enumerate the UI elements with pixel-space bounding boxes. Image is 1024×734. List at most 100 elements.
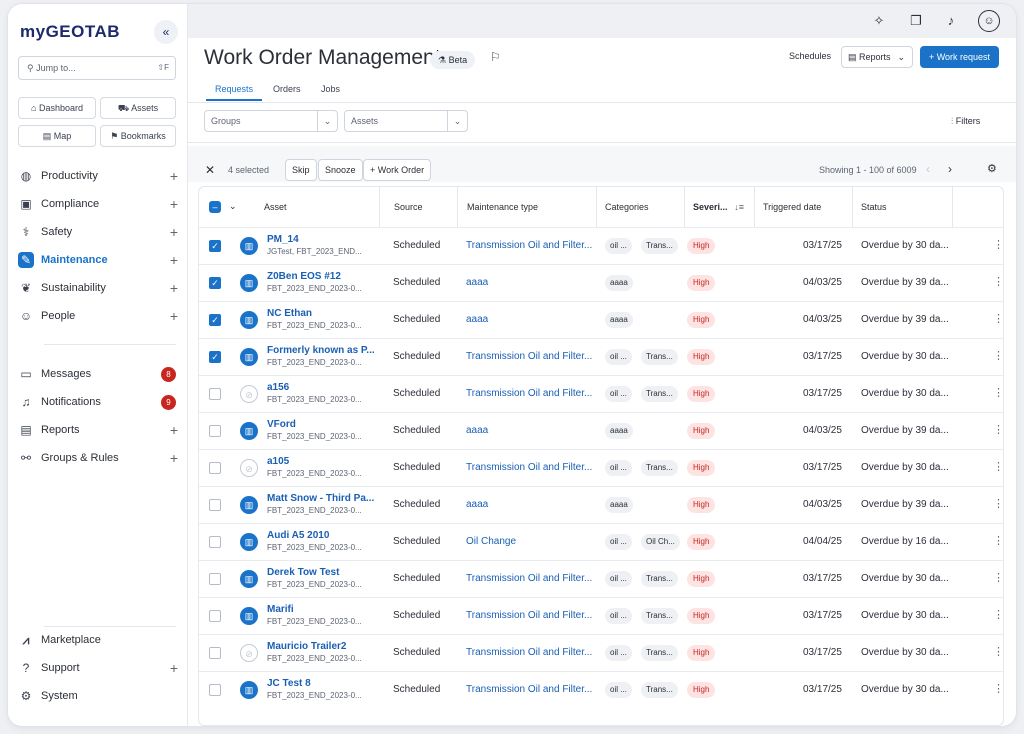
table-row[interactable]: ⊘ a105 FBT_2023_END_2023-0... Scheduled Tran… (199, 449, 1003, 486)
table-row[interactable]: ▥ JC Test 8 FBT_2023_END_2023-0... Schedule… (199, 671, 1003, 708)
next-page-icon[interactable]: › (948, 162, 952, 176)
expand-icon[interactable]: + (170, 446, 178, 470)
nav-groups-rules[interactable]: ⚯ Groups & Rules + (18, 446, 180, 470)
maintenance-type-link[interactable]: aaaa (466, 499, 488, 510)
asset-name-link[interactable]: Matt Snow - Third Pa... (267, 493, 374, 504)
row-checkbox[interactable] (209, 425, 221, 437)
maintenance-type-link[interactable]: Transmission Oil and Filter... (466, 647, 592, 658)
skip-button[interactable]: Skip (285, 159, 317, 181)
sort-icon[interactable]: ↓≡ (734, 187, 744, 227)
jump-to-search[interactable]: ⚲ Jump to... ⇧F (18, 56, 176, 80)
row-checkbox[interactable]: ✓ (209, 351, 221, 363)
nav-support[interactable]: ? Support + (18, 656, 180, 680)
nav-productivity[interactable]: ◍ Productivity + (18, 164, 180, 188)
tab-orders[interactable]: Orders (273, 84, 301, 94)
nav-maintenance[interactable]: ✎ Maintenance + (18, 248, 180, 272)
maintenance-type-link[interactable]: Oil Change (466, 536, 516, 547)
row-checkbox[interactable] (209, 388, 221, 400)
maintenance-type-link[interactable]: Transmission Oil and Filter... (466, 388, 592, 399)
col-severity[interactable]: Severi... ↓≡ (685, 187, 755, 227)
maintenance-type-link[interactable]: aaaa (466, 314, 488, 325)
nav-messages[interactable]: ▭ Messages 8 (18, 362, 180, 386)
asset-name-link[interactable]: JC Test 8 (267, 678, 311, 689)
table-row[interactable]: ✓ ▥ Z0Ben EOS #12 FBT_2023_END_2023-0... Sch… (199, 264, 1003, 301)
table-row[interactable]: ▥ Derek Tow Test FBT_2023_END_2023-0... Sch… (199, 560, 1003, 597)
more-options-icon[interactable]: ⋮ (993, 275, 1003, 288)
table-row[interactable]: ⊘ a156 FBT_2023_END_2023-0... Scheduled Tran… (199, 375, 1003, 412)
more-options-icon[interactable]: ⋮ (993, 497, 1003, 510)
assets-button[interactable]: ⛟ Assets (100, 97, 176, 119)
asset-name-link[interactable]: Formerly known as P... (267, 345, 375, 356)
more-options-icon[interactable]: ⋮ (993, 386, 1003, 399)
more-options-icon[interactable]: ⋮ (993, 608, 1003, 621)
prev-page-icon[interactable]: ‹ (926, 162, 930, 176)
row-checkbox[interactable] (209, 462, 221, 474)
more-options-icon[interactable]: ⋮ (993, 238, 1003, 251)
row-checkbox[interactable] (209, 499, 221, 511)
asset-name-link[interactable]: Z0Ben EOS #12 (267, 271, 341, 282)
maintenance-type-link[interactable]: Transmission Oil and Filter... (466, 351, 592, 362)
more-options-icon[interactable]: ⋮ (993, 534, 1003, 547)
dashboard-button[interactable]: ⌂ Dashboard (18, 97, 96, 119)
schedules-link[interactable]: Schedules (789, 51, 831, 61)
settings-gear-icon[interactable]: ⚙ (987, 162, 997, 175)
windows-icon[interactable]: ❐ (908, 13, 924, 29)
select-all-checkbox[interactable]: – (209, 201, 221, 213)
table-row[interactable]: ▥ Marifi FBT_2023_END_2023-0... Scheduled Tr… (199, 597, 1003, 634)
more-options-icon[interactable]: ⋮ (993, 349, 1003, 362)
nav-reports[interactable]: ▤ Reports + (18, 418, 180, 442)
row-checkbox[interactable] (209, 684, 221, 696)
nav-notifications[interactable]: ♫ Notifications 9 (18, 390, 180, 414)
work-order-button[interactable]: + Work Order (363, 159, 432, 181)
chevron-down-icon[interactable]: ⌄ (229, 201, 237, 212)
more-options-icon[interactable]: ⋮ (993, 645, 1003, 658)
maintenance-type-link[interactable]: aaaa (466, 425, 488, 436)
col-source[interactable]: Source (386, 187, 458, 227)
expand-icon[interactable]: + (170, 276, 178, 300)
work-request-button[interactable]: + Work request (920, 46, 999, 68)
table-row[interactable]: ✓ ▥ Formerly known as P... FBT_2023_END_202… (199, 338, 1003, 375)
asset-name-link[interactable]: VFord (267, 419, 296, 430)
nav-people[interactable]: ☺ People + (18, 304, 180, 328)
asset-name-link[interactable]: Audi A5 2010 (267, 530, 329, 541)
table-row[interactable]: ⊘ Mauricio Trailer2 FBT_2023_END_2023-0...… (199, 634, 1003, 671)
more-options-icon[interactable]: ⋮ (993, 571, 1003, 584)
asset-name-link[interactable]: PM_14 (267, 234, 299, 245)
filters-button[interactable]: ⫶ Filters (951, 116, 980, 127)
more-options-icon[interactable]: ⋮ (993, 423, 1003, 436)
expand-icon[interactable]: + (170, 418, 178, 442)
reports-dropdown[interactable]: ▤ Reports ⌄ (841, 46, 913, 68)
table-row[interactable]: ✓ ▥ NC Ethan FBT_2023_END_2023-0... Schedule… (199, 301, 1003, 338)
groups-filter[interactable]: Groups ⌄ (204, 110, 338, 132)
map-button[interactable]: ▤ Map (18, 125, 96, 147)
maintenance-type-link[interactable]: Transmission Oil and Filter... (466, 573, 592, 584)
asset-name-link[interactable]: a105 (267, 456, 289, 467)
table-row[interactable]: ▥ VFord FBT_2023_END_2023-0... Scheduled aaa… (199, 412, 1003, 449)
expand-icon[interactable]: + (170, 220, 178, 244)
asset-name-link[interactable]: Marifi (267, 604, 294, 615)
user-avatar-icon[interactable]: ☺ (978, 10, 1000, 32)
maintenance-type-link[interactable]: Transmission Oil and Filter... (466, 610, 592, 621)
maintenance-type-link[interactable]: aaaa (466, 277, 488, 288)
col-categories[interactable]: Categories (597, 187, 685, 227)
more-options-icon[interactable]: ⋮ (993, 460, 1003, 473)
bookmarks-button[interactable]: ⚑ Bookmarks (100, 125, 176, 147)
col-asset[interactable]: Asset (256, 187, 380, 227)
expand-icon[interactable]: + (170, 192, 178, 216)
nav-marketplace[interactable]: ⩘ Marketplace (18, 628, 180, 652)
nav-safety[interactable]: ⚕ Safety + (18, 220, 180, 244)
bell-icon[interactable]: ♪ (943, 13, 959, 29)
bookmark-icon[interactable]: ⚐ (490, 50, 501, 64)
table-row[interactable]: ✓ ▥ PM_14 JGTest, FBT_2023_END... Scheduled T… (199, 227, 1003, 264)
col-triggered-date[interactable]: Triggered date (755, 187, 853, 227)
expand-icon[interactable]: + (170, 248, 178, 272)
nav-sustainability[interactable]: ❦ Sustainability + (18, 276, 180, 300)
col-maintenance-type[interactable]: Maintenance type (459, 187, 597, 227)
expand-icon[interactable]: + (170, 656, 178, 680)
maintenance-type-link[interactable]: Transmission Oil and Filter... (466, 240, 592, 251)
row-checkbox[interactable] (209, 573, 221, 585)
more-options-icon[interactable]: ⋮ (993, 682, 1003, 695)
table-row[interactable]: ▥ Matt Snow - Third Pa... FBT_2023_END_202… (199, 486, 1003, 523)
asset-name-link[interactable]: Derek Tow Test (267, 567, 339, 578)
asset-name-link[interactable]: a156 (267, 382, 289, 393)
